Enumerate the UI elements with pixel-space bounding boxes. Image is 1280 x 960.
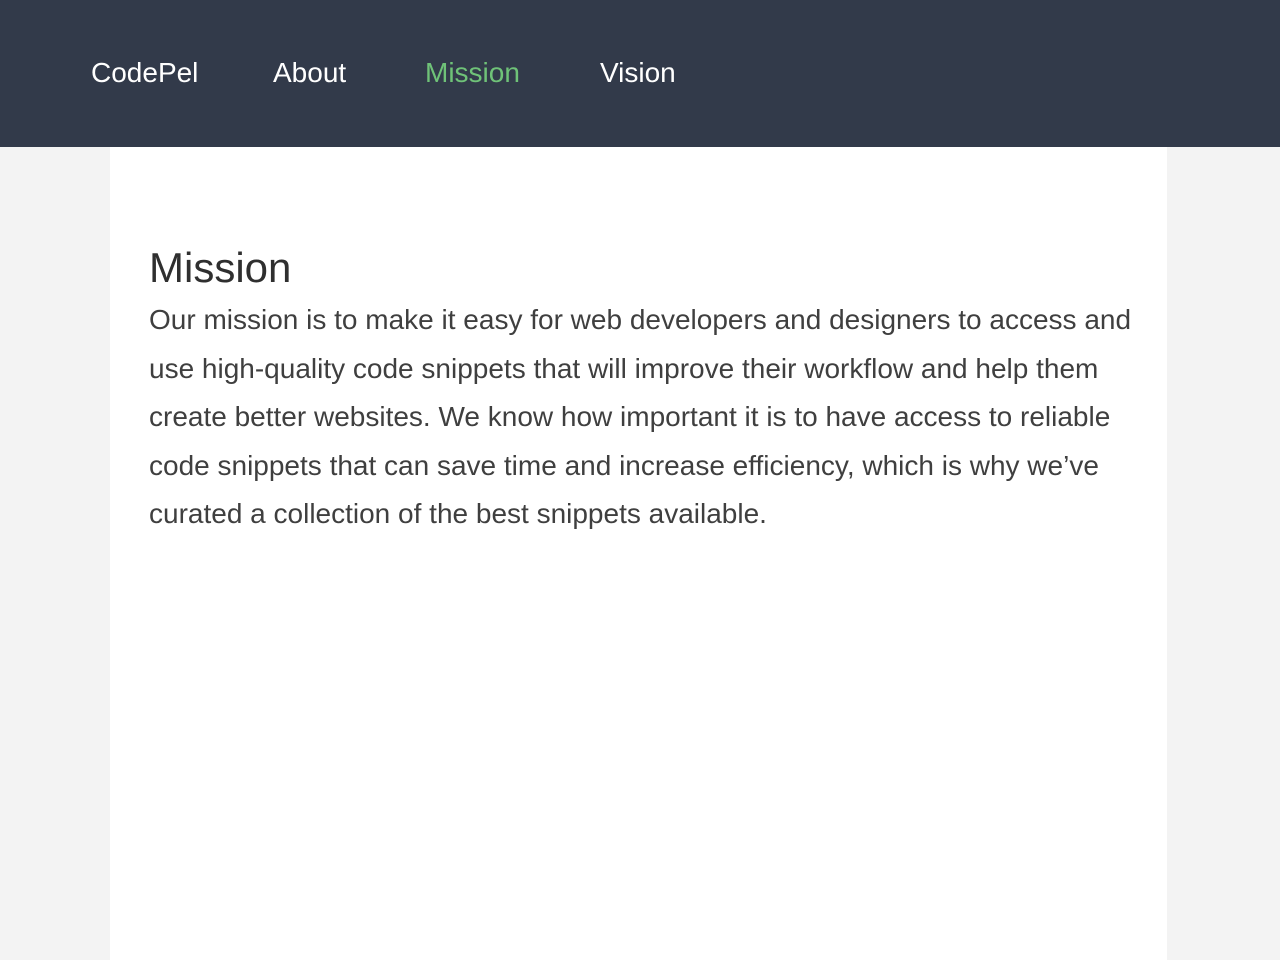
nav-link-vision[interactable]: Vision [600,53,676,93]
section-title: Mission [149,244,292,291]
top-navbar: CodePel About Mission Vision [0,0,1280,147]
section-body-text: Our mission is to make it easy for web d… [149,304,1132,530]
nav-brand-codepel[interactable]: CodePel [91,53,198,93]
nav-link-mission[interactable]: Mission [425,53,520,93]
content-panel: Mission Our mission is to make it easy f… [110,147,1167,960]
nav-link-about[interactable]: About [273,53,346,93]
